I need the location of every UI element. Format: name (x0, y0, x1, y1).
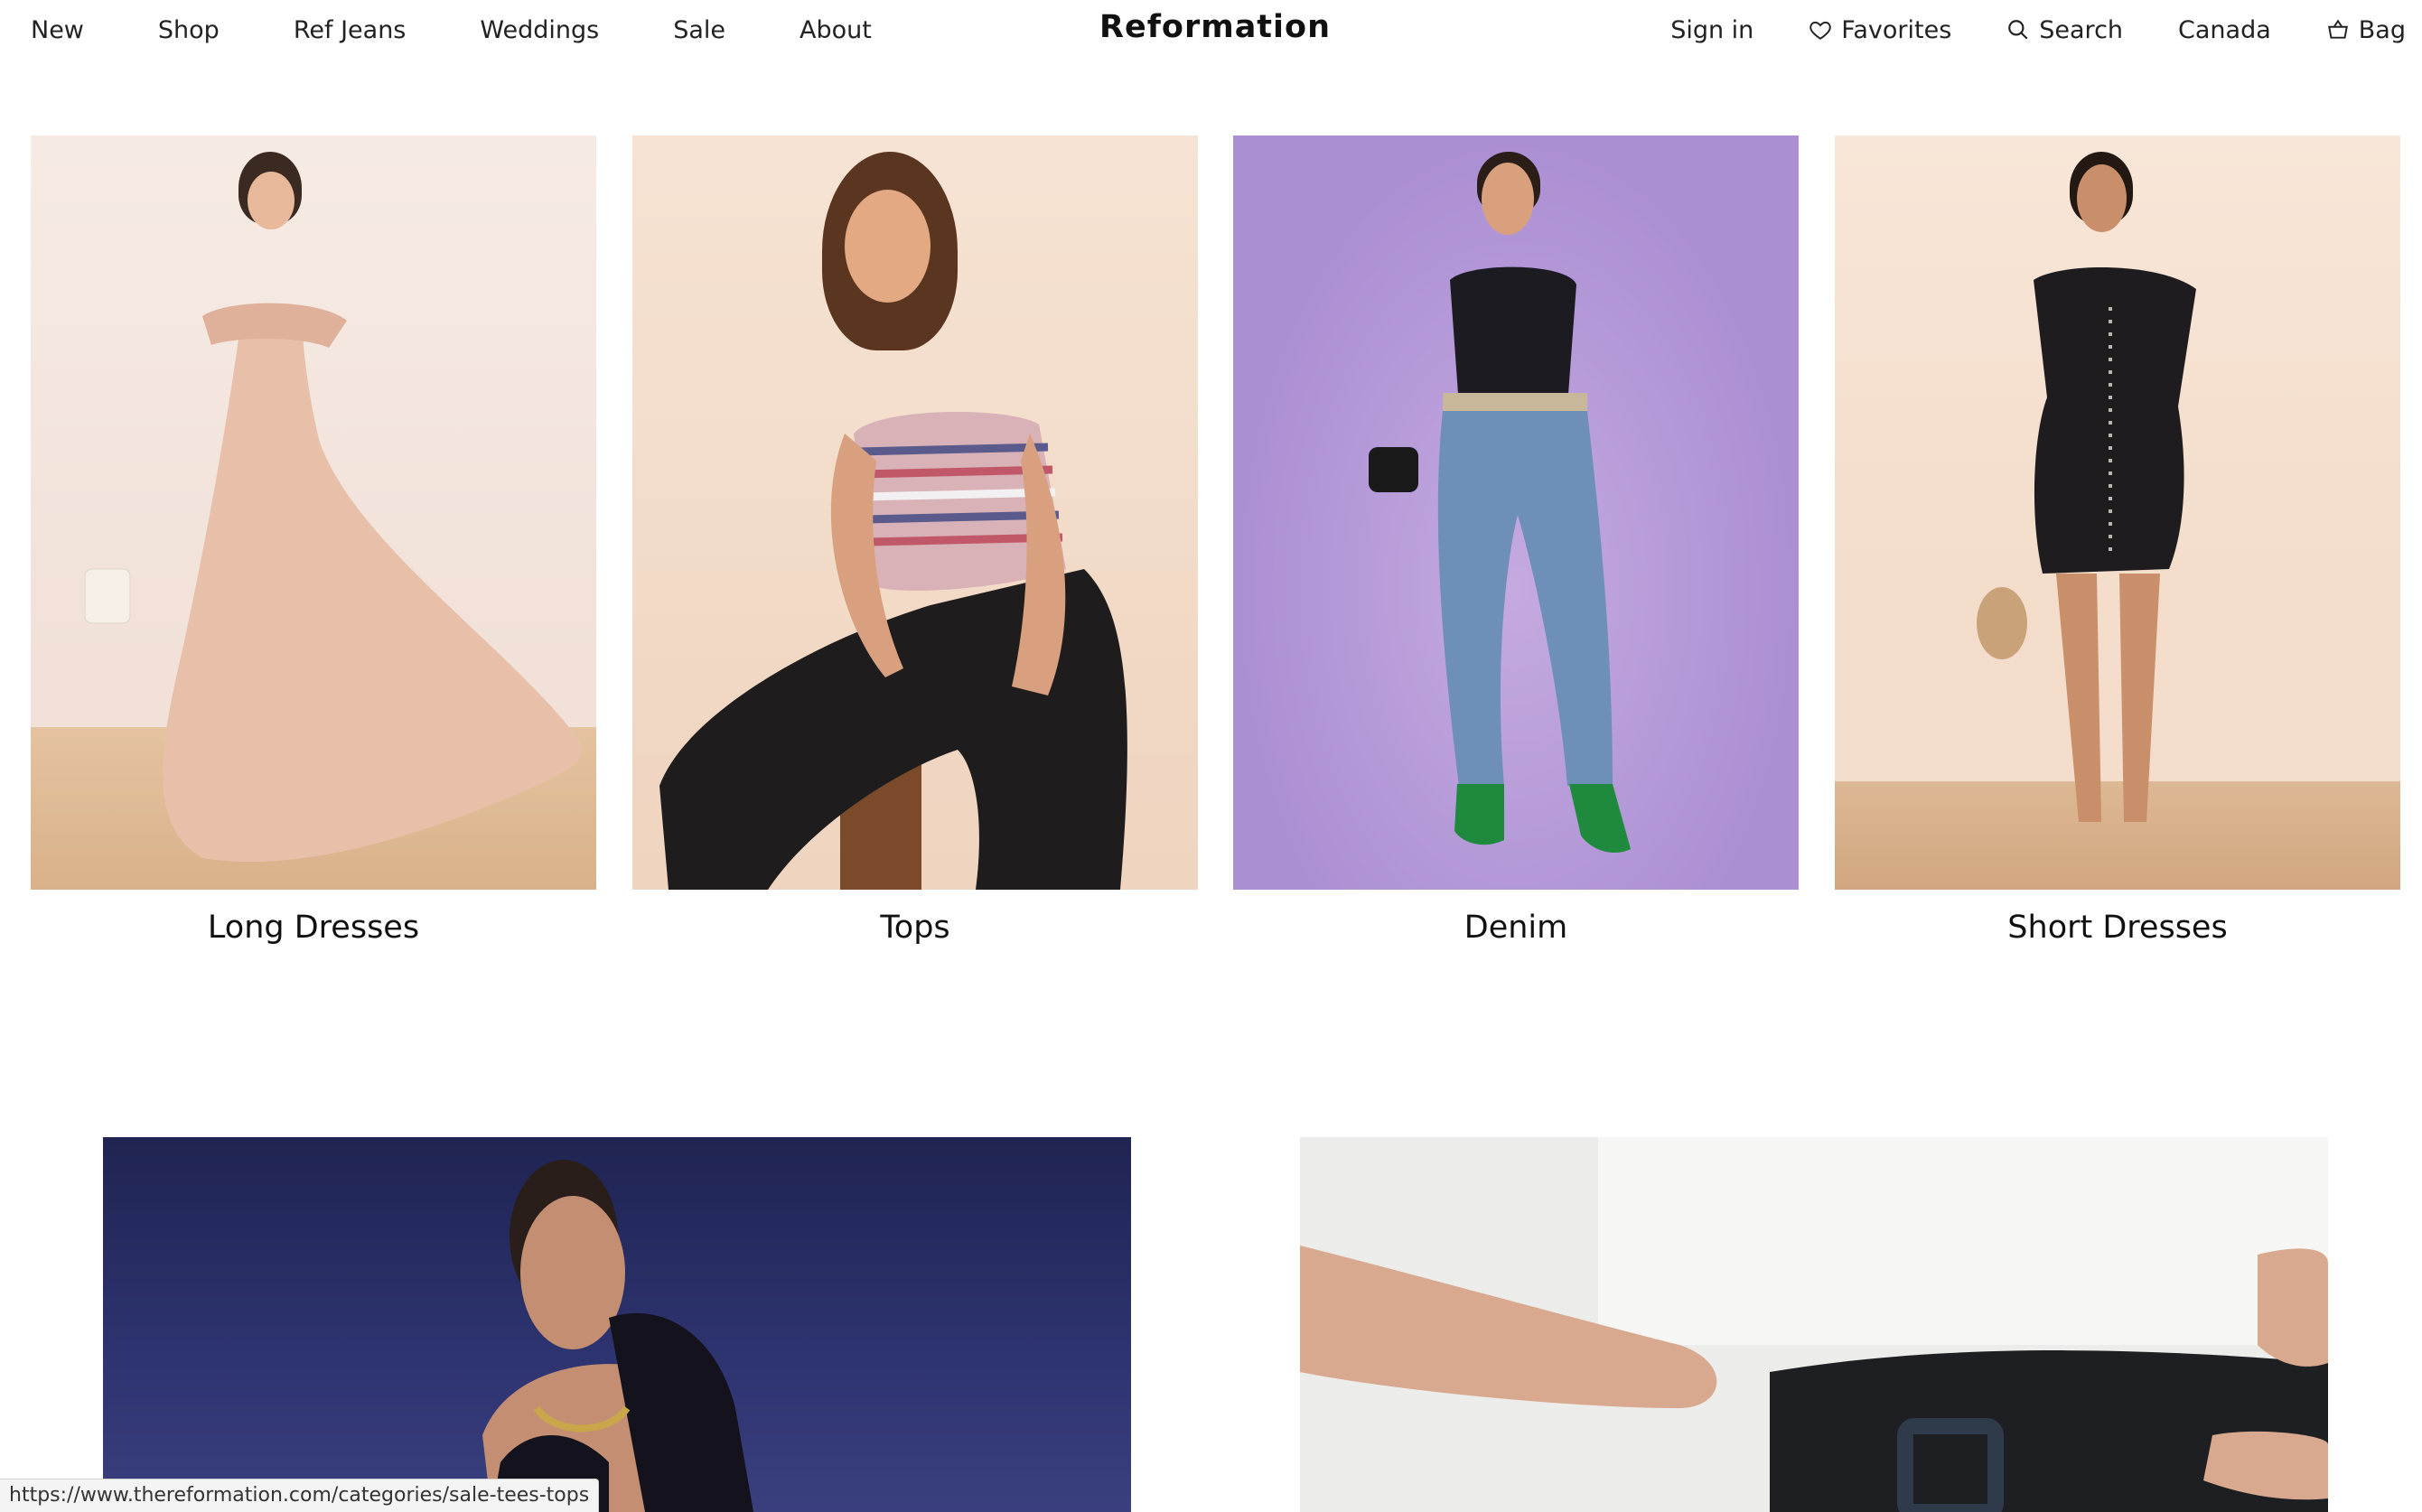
category-label: Denim (1463, 910, 1568, 946)
bag-label: Bag (2358, 15, 2406, 44)
category-tile-denim[interactable]: Denim (1233, 135, 1799, 946)
model-illustration (1300, 1137, 2328, 1512)
model-illustration (482, 1160, 753, 1512)
region-selector[interactable]: Canada (2178, 16, 2271, 44)
category-label: Tops (880, 910, 950, 946)
favorites-link[interactable]: Favorites (1809, 16, 1951, 44)
bag-link[interactable]: Bag (2326, 16, 2406, 44)
category-label: Short Dresses (2007, 910, 2228, 946)
category-tile-long-dresses[interactable]: Long Dresses (31, 135, 596, 946)
search-label: Search (2039, 15, 2124, 44)
favorites-label: Favorites (1841, 15, 1952, 44)
model-illustration (1977, 267, 2196, 822)
utility-nav: Sign in Favorites Search Canada Bag (1615, 0, 2406, 60)
short-dresses-photo (1835, 135, 2400, 890)
category-tile-tops[interactable]: Tops (632, 135, 1198, 946)
site-header: New Shop Ref Jeans Weddings Sale About R… (0, 0, 2422, 63)
denim-photo (1233, 135, 1799, 890)
category-tile-short-dresses[interactable]: Short Dresses (1835, 135, 2400, 946)
search-link[interactable]: Search (2006, 16, 2123, 44)
bag-icon (2327, 19, 2348, 39)
search-icon (2008, 20, 2028, 40)
promo-banner-right[interactable] (1300, 1137, 2328, 1512)
sign-in-label: Sign in (1670, 15, 1754, 44)
category-label: Long Dresses (207, 910, 420, 946)
model-illustration (84, 303, 583, 863)
tops-photo (632, 135, 1198, 890)
sign-in-link[interactable]: Sign in (1670, 16, 1753, 44)
region-label: Canada (2178, 15, 2271, 44)
link-preview-statusbar: https://www.thereformation.com/categorie… (0, 1479, 600, 1512)
promo-banner-left[interactable] (103, 1137, 1131, 1512)
model-illustration (1369, 266, 1631, 854)
long-dresses-photo (31, 135, 596, 890)
heart-icon (1809, 21, 1832, 40)
